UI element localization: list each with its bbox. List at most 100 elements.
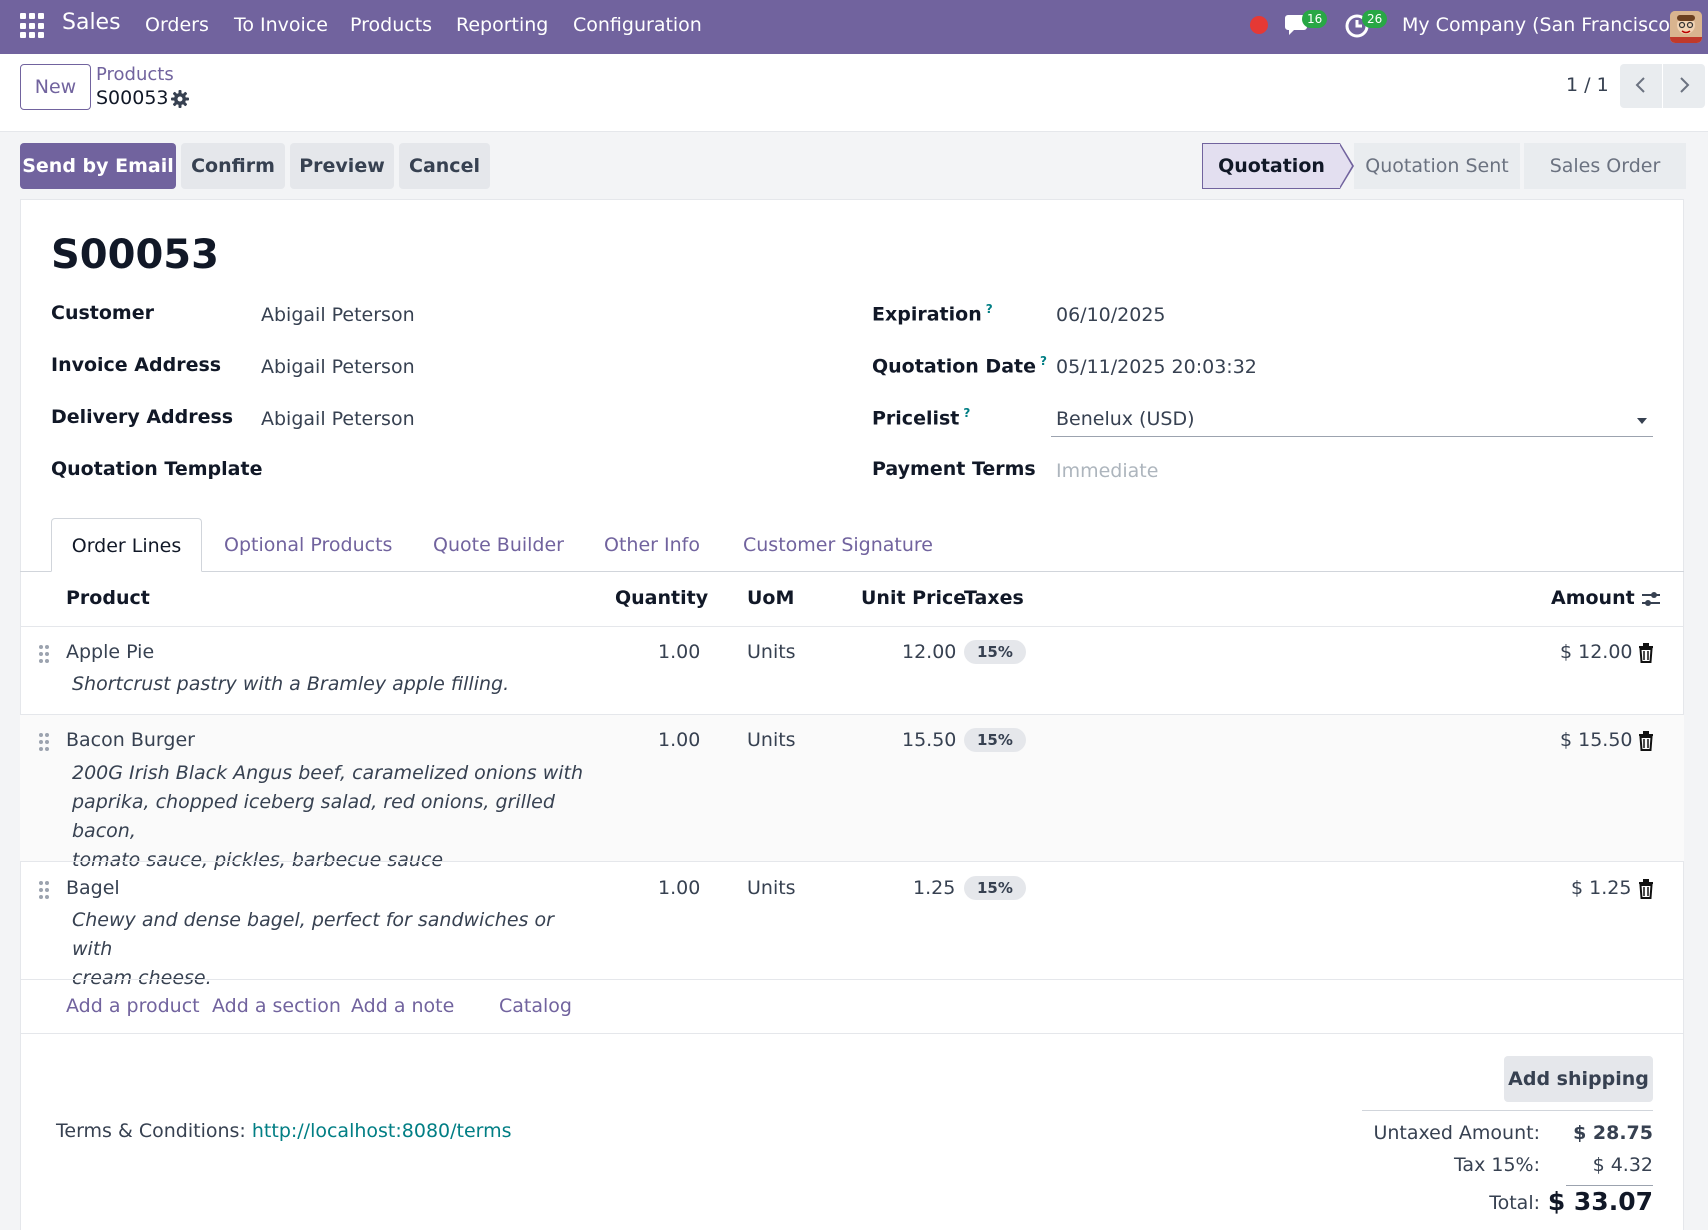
- menu-reporting[interactable]: Reporting: [456, 14, 548, 36]
- stage-quotation[interactable]: Quotation: [1202, 143, 1340, 189]
- gear-icon[interactable]: [170, 89, 190, 113]
- catalog-button[interactable]: Catalog: [499, 995, 572, 1017]
- cancel-button[interactable]: Cancel: [399, 143, 490, 189]
- pager-value[interactable]: 1 / 1: [1566, 74, 1609, 96]
- add-product-link[interactable]: Add a product: [66, 995, 200, 1017]
- drag-handle-icon[interactable]: [38, 880, 50, 904]
- quotation-date-label: Quotation Date?: [872, 354, 1047, 378]
- column-settings-icon[interactable]: [1640, 588, 1662, 614]
- pricelist-label: Pricelist?: [872, 406, 971, 430]
- menu-to-invoice[interactable]: To Invoice: [234, 14, 328, 36]
- activities-count-badge: 26: [1362, 10, 1388, 28]
- send-by-email-button[interactable]: Send by Email: [20, 143, 176, 189]
- tax-badge[interactable]: 15%: [964, 876, 1026, 900]
- untaxed-amount-label: Untaxed Amount:: [1373, 1122, 1540, 1144]
- quotation-date-field[interactable]: 05/11/2025 20:03:32: [1056, 356, 1257, 378]
- avatar[interactable]: [1670, 11, 1702, 43]
- table-row-unit-price[interactable]: 12.00: [902, 641, 956, 663]
- apps-grid-icon[interactable]: [20, 13, 46, 39]
- customer-label: Customer: [51, 302, 154, 324]
- delivery-address-field[interactable]: Abigail Peterson: [261, 408, 415, 430]
- trash-icon[interactable]: [1638, 643, 1654, 667]
- messages-count-badge: 16: [1302, 10, 1328, 28]
- new-button[interactable]: New: [20, 64, 91, 110]
- column-header-unit-price[interactable]: Unit Price: [861, 587, 966, 609]
- breadcrumb-parent[interactable]: Products: [96, 64, 174, 85]
- table-row-description: 200G Irish Black Angus beef, caramelized…: [72, 762, 584, 871]
- top-navbar: Sales Orders To Invoice Products Reporti…: [0, 0, 1708, 54]
- dropdown-caret-icon[interactable]: [1637, 418, 1647, 424]
- table-row-uom[interactable]: Units: [747, 641, 796, 663]
- table-row-description: Shortcrust pastry with a Bramley apple f…: [72, 673, 510, 695]
- menu-orders[interactable]: Orders: [145, 14, 209, 36]
- table-row-amount: $ 12.00: [1560, 641, 1633, 663]
- control-panel: New Products S00053 1 / 1: [0, 54, 1708, 132]
- pricelist-select[interactable]: Benelux (USD): [1056, 408, 1194, 430]
- tab-quote-builder[interactable]: Quote Builder: [433, 518, 564, 572]
- untaxed-amount-value: $ 28.75: [1573, 1122, 1653, 1144]
- column-header-amount[interactable]: Amount: [1551, 587, 1635, 609]
- invoice-address-field[interactable]: Abigail Peterson: [261, 356, 415, 378]
- invoice-address-label: Invoice Address: [51, 354, 222, 376]
- tab-customer-signature[interactable]: Customer Signature: [743, 518, 933, 572]
- total-label: Total:: [1489, 1192, 1540, 1214]
- total-value: $ 33.07: [1547, 1187, 1653, 1216]
- payment-terms-field[interactable]: Immediate: [1056, 460, 1158, 482]
- tax-label: Tax 15%:: [1453, 1154, 1540, 1176]
- tab-other-info[interactable]: Other Info: [604, 518, 700, 572]
- chevron-right-icon: [1680, 76, 1690, 93]
- confirm-button[interactable]: Confirm: [181, 143, 285, 189]
- preview-button[interactable]: Preview: [290, 143, 394, 189]
- expiration-label: Expiration?: [872, 302, 993, 326]
- column-header-quantity[interactable]: Quantity: [615, 587, 708, 609]
- tab-optional-products[interactable]: Optional Products: [224, 518, 392, 572]
- trash-icon[interactable]: [1638, 879, 1654, 903]
- drag-handle-icon[interactable]: [38, 732, 50, 756]
- help-icon[interactable]: ?: [1040, 354, 1047, 368]
- add-section-link[interactable]: Add a section: [212, 995, 341, 1017]
- trash-icon[interactable]: [1638, 731, 1654, 755]
- app-name[interactable]: Sales: [62, 10, 121, 35]
- drag-handle-icon[interactable]: [38, 644, 50, 668]
- column-header-uom[interactable]: UoM: [747, 587, 794, 609]
- menu-products[interactable]: Products: [350, 14, 432, 36]
- help-icon[interactable]: ?: [963, 406, 970, 420]
- delivery-address-label: Delivery Address: [51, 406, 234, 428]
- table-row-amount: $ 15.50: [1560, 729, 1633, 751]
- tax-badge[interactable]: 15%: [964, 728, 1026, 752]
- table-row-amount: $ 1.25: [1571, 877, 1632, 899]
- record-dot-icon[interactable]: [1250, 16, 1268, 34]
- table-row-product[interactable]: Bagel: [66, 877, 120, 899]
- column-header-product[interactable]: Product: [66, 587, 150, 609]
- table-row-quantity[interactable]: 1.00: [658, 729, 700, 751]
- table-row-uom[interactable]: Units: [747, 729, 796, 751]
- page-title: S00053: [51, 232, 219, 278]
- column-header-taxes[interactable]: Taxes: [964, 587, 1024, 609]
- tax-badge[interactable]: 15%: [964, 640, 1026, 664]
- menu-configuration[interactable]: Configuration: [573, 14, 702, 36]
- tax-value: $ 4.32: [1592, 1154, 1653, 1176]
- table-row-quantity[interactable]: 1.00: [658, 877, 700, 899]
- add-note-link[interactable]: Add a note: [351, 995, 454, 1017]
- pricelist-underline: [1051, 436, 1653, 437]
- chevron-left-icon: [1635, 76, 1645, 93]
- payment-terms-label: Payment Terms: [872, 458, 1036, 480]
- table-row-quantity[interactable]: 1.00: [658, 641, 700, 663]
- customer-field[interactable]: Abigail Peterson: [261, 304, 415, 326]
- table-row-unit-price[interactable]: 1.25: [913, 877, 955, 899]
- table-row-uom[interactable]: Units: [747, 877, 796, 899]
- table-row-product[interactable]: Apple Pie: [66, 641, 154, 663]
- table-row-product[interactable]: Bacon Burger: [66, 729, 195, 751]
- add-shipping-button[interactable]: Add shipping: [1504, 1056, 1653, 1102]
- table-row-unit-price[interactable]: 15.50: [902, 729, 956, 751]
- terms-link[interactable]: http://localhost:8080/terms: [252, 1120, 512, 1142]
- pager-previous-button[interactable]: [1620, 64, 1662, 108]
- company-switcher[interactable]: My Company (San Francisco): [1402, 14, 1677, 36]
- help-icon[interactable]: ?: [986, 302, 993, 316]
- pager-next-button[interactable]: [1663, 64, 1705, 108]
- stage-sales-order[interactable]: Sales Order: [1524, 143, 1686, 189]
- terms-and-conditions: Terms & Conditions: http://localhost:808…: [56, 1120, 512, 1142]
- stage-quotation-sent[interactable]: Quotation Sent: [1354, 143, 1520, 189]
- expiration-field[interactable]: 06/10/2025: [1056, 304, 1166, 326]
- tab-order-lines[interactable]: Order Lines: [51, 518, 202, 572]
